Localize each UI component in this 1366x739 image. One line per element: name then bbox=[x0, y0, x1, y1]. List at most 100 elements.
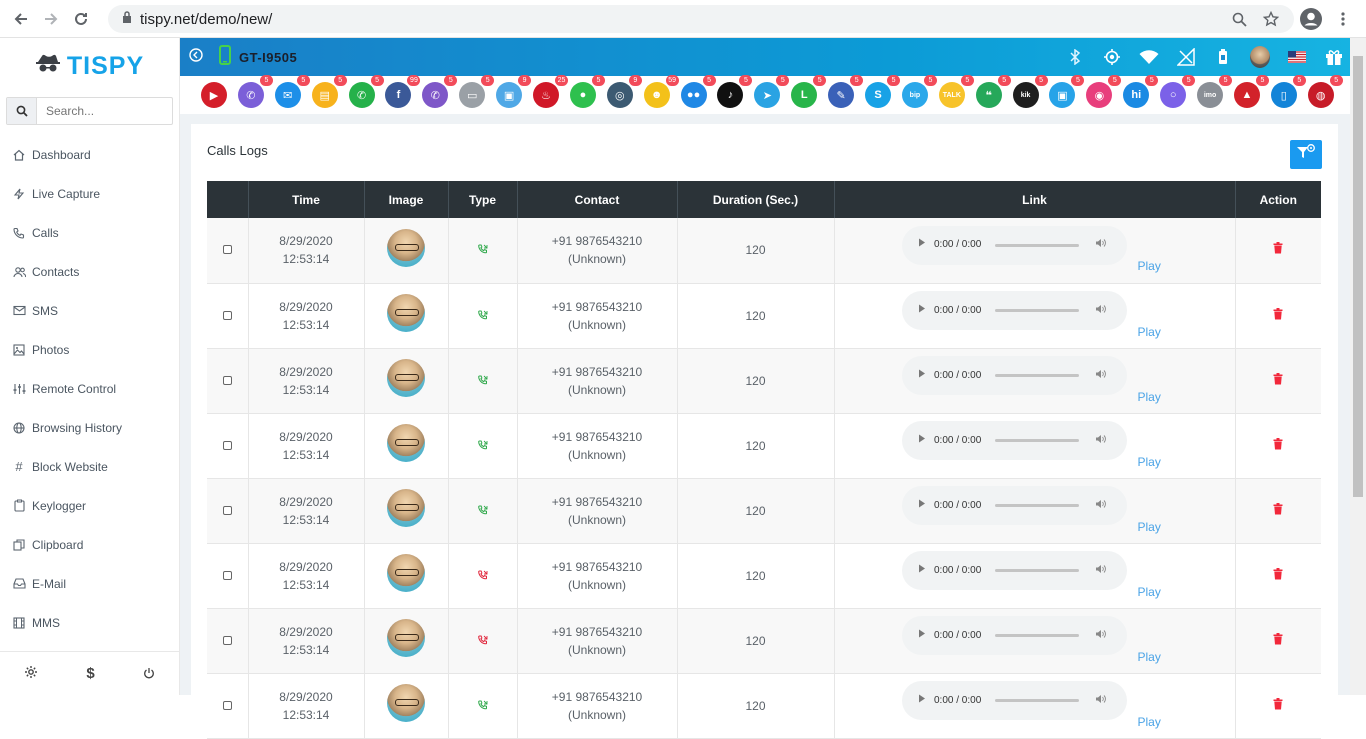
sidebar-item-block-website[interactable]: # Block Website bbox=[0, 447, 179, 486]
power-icon[interactable] bbox=[143, 666, 155, 682]
audio-player[interactable]: 0:00 / 0:00 bbox=[902, 356, 1127, 395]
row-checkbox[interactable] bbox=[222, 245, 232, 255]
sidebar-item-photos[interactable]: Photos bbox=[0, 330, 179, 369]
gift-icon[interactable] bbox=[1324, 47, 1344, 67]
play-icon[interactable] bbox=[918, 367, 926, 385]
wechat-app-icon[interactable]: ● 5 bbox=[569, 75, 605, 108]
sidebar-item-dashboard[interactable]: Dashboard bbox=[0, 135, 179, 174]
audio-player[interactable]: 0:00 / 0:00 bbox=[902, 681, 1127, 720]
signal-app-icon[interactable]: ○ 5 bbox=[1160, 75, 1196, 108]
play-link[interactable]: Play bbox=[1138, 257, 1161, 275]
logo[interactable]: TISPY bbox=[0, 38, 179, 94]
sidebar-item-contacts[interactable]: Contacts bbox=[0, 252, 179, 291]
play-icon[interactable] bbox=[918, 497, 926, 515]
browser-app-icon[interactable]: ◍ 5 bbox=[1307, 75, 1343, 108]
audio-player[interactable]: 0:00 / 0:00 bbox=[902, 291, 1127, 330]
sidebar-item-calls[interactable]: Calls bbox=[0, 213, 179, 252]
bookmark-star-icon[interactable] bbox=[1256, 4, 1286, 34]
play-link[interactable]: Play bbox=[1138, 713, 1161, 731]
location-icon[interactable] bbox=[1102, 47, 1122, 67]
search-input[interactable] bbox=[37, 98, 167, 124]
tiktok-app-icon[interactable]: ♪ 5 bbox=[717, 75, 753, 108]
sidebar-item-keylogger[interactable]: Keylogger bbox=[0, 486, 179, 525]
mobile-data-icon[interactable] bbox=[1176, 47, 1196, 67]
play-icon[interactable] bbox=[918, 692, 926, 710]
gear-icon[interactable] bbox=[24, 665, 38, 682]
reload-icon[interactable] bbox=[66, 4, 96, 34]
audio-progress-track[interactable] bbox=[995, 243, 1080, 247]
audio-progress-track[interactable] bbox=[995, 699, 1080, 702]
delete-icon[interactable] bbox=[1273, 632, 1283, 648]
photos-app-icon[interactable]: ▲ 5 bbox=[1233, 75, 1269, 108]
audio-player[interactable]: 0:00 / 0:00 bbox=[902, 551, 1127, 590]
play-icon[interactable] bbox=[918, 432, 926, 450]
back-circle-icon[interactable] bbox=[189, 47, 203, 67]
skype-app-icon[interactable]: S5 bbox=[865, 75, 901, 108]
row-checkbox[interactable] bbox=[222, 635, 232, 645]
audio-progress-track[interactable] bbox=[995, 309, 1080, 312]
search-box[interactable] bbox=[6, 97, 173, 125]
bluetooth-icon[interactable] bbox=[1065, 47, 1085, 67]
flickr-app-icon[interactable]: ●● 5 bbox=[680, 75, 716, 108]
sidebar-item-sms[interactable]: SMS bbox=[0, 291, 179, 330]
play-link[interactable]: Play bbox=[1138, 388, 1161, 406]
volume-icon[interactable] bbox=[1095, 302, 1107, 320]
talk-app-icon[interactable]: TALK 5 bbox=[938, 75, 974, 108]
play-link[interactable]: Play bbox=[1138, 583, 1161, 601]
files-app-icon[interactable]: ▭ 5 bbox=[459, 75, 495, 108]
imo-app-icon[interactable]: imo 5 bbox=[1197, 75, 1233, 108]
audio-progress-track[interactable] bbox=[995, 439, 1080, 442]
audio-player[interactable]: 0:00 / 0:00 bbox=[902, 616, 1127, 655]
play-icon[interactable] bbox=[918, 236, 926, 254]
profile-icon[interactable] bbox=[1296, 4, 1326, 34]
facebook-app-icon[interactable]: f 99 bbox=[385, 75, 421, 108]
sidebar-item-mms[interactable]: MMS bbox=[0, 603, 179, 642]
delete-icon[interactable] bbox=[1273, 242, 1283, 257]
delete-icon[interactable] bbox=[1273, 307, 1283, 323]
user-avatar-icon[interactable] bbox=[1250, 46, 1270, 68]
phone-app-icon[interactable]: ▯ 5 bbox=[1270, 75, 1306, 108]
volume-icon[interactable] bbox=[1095, 236, 1107, 254]
scrollbar-thumb[interactable] bbox=[1353, 56, 1363, 497]
telegram-app-icon[interactable]: ➤ 5 bbox=[754, 75, 790, 108]
volume-icon[interactable] bbox=[1095, 562, 1107, 580]
line-app-icon[interactable]: L5 bbox=[791, 75, 827, 108]
volume-icon[interactable] bbox=[1095, 432, 1107, 450]
sidebar-item-remote-control[interactable]: Remote Control bbox=[0, 369, 179, 408]
row-checkbox[interactable] bbox=[222, 375, 232, 385]
back-icon[interactable] bbox=[6, 4, 36, 34]
viber-2-app-icon[interactable]: ✆ 5 bbox=[422, 75, 458, 108]
browser-menu-icon[interactable] bbox=[1328, 4, 1358, 34]
play-link[interactable]: Play bbox=[1138, 323, 1161, 341]
delete-icon[interactable] bbox=[1273, 567, 1283, 583]
address-bar[interactable]: tispy.net/demo/new/ bbox=[108, 5, 1294, 33]
forward-icon[interactable] bbox=[36, 4, 66, 34]
audio-player[interactable]: 0:00 / 0:00 bbox=[902, 486, 1127, 525]
hike-app-icon[interactable]: hi 5 bbox=[1123, 75, 1159, 108]
delete-icon[interactable] bbox=[1273, 697, 1283, 713]
viber-app-icon[interactable]: ✆ 5 bbox=[237, 75, 273, 108]
zoom-icon[interactable] bbox=[1224, 4, 1254, 34]
wifi-icon[interactable] bbox=[1139, 47, 1159, 67]
battery-icon[interactable] bbox=[1213, 47, 1233, 67]
delete-icon[interactable] bbox=[1273, 372, 1283, 388]
screen-recorder-app-icon[interactable]: ▶ bbox=[201, 82, 227, 108]
play-icon[interactable] bbox=[918, 302, 926, 320]
audio-progress-track[interactable] bbox=[995, 374, 1080, 377]
chat-app-icon[interactable]: ▣ 5 bbox=[1049, 75, 1085, 108]
audio-progress-track[interactable] bbox=[995, 634, 1080, 637]
dollar-icon[interactable]: $ bbox=[86, 665, 94, 682]
gallery-app-icon[interactable]: ▣ 9 bbox=[496, 75, 532, 108]
page-scrollbar[interactable] bbox=[1350, 38, 1366, 695]
play-link[interactable]: Play bbox=[1138, 648, 1161, 666]
delete-icon[interactable] bbox=[1273, 502, 1283, 518]
row-checkbox[interactable] bbox=[222, 700, 232, 710]
volume-icon[interactable] bbox=[1095, 367, 1107, 385]
audio-progress-track[interactable] bbox=[995, 504, 1080, 507]
snapchat-app-icon[interactable]: ☻ 59 bbox=[643, 75, 679, 108]
play-link[interactable]: Play bbox=[1138, 453, 1161, 471]
volume-icon[interactable] bbox=[1095, 692, 1107, 710]
filter-button[interactable] bbox=[1290, 140, 1322, 169]
volume-icon[interactable] bbox=[1095, 627, 1107, 645]
audio-player[interactable]: 0:00 / 0:00 bbox=[902, 421, 1127, 460]
